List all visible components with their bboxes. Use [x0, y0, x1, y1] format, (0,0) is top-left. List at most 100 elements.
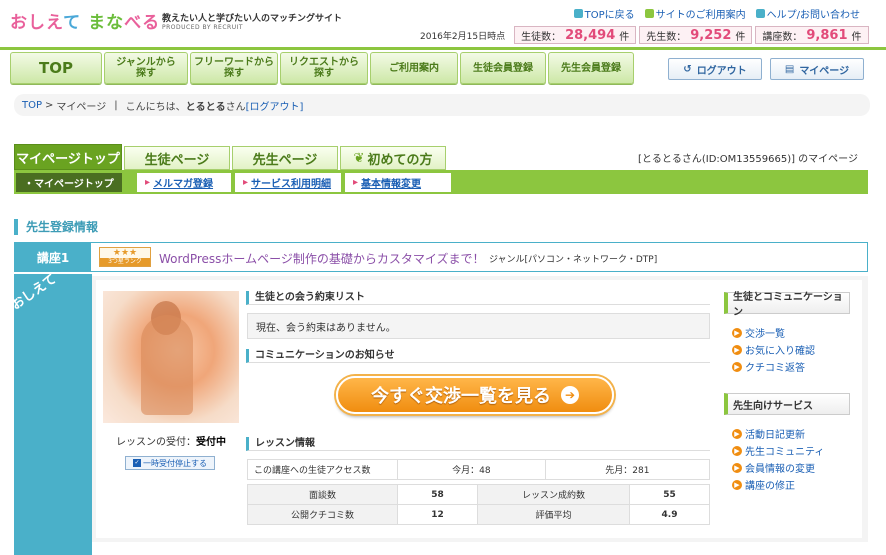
list-item[interactable]: ▶ 会員情報の変更: [732, 459, 850, 476]
nav-genre-button[interactable]: ジャンルから 探す: [104, 52, 188, 84]
logout-label: ログアウト: [696, 65, 747, 77]
tab-first-time-label: 初めての方: [367, 152, 433, 168]
top-link-guide-label[interactable]: サイトのご利用案内: [656, 6, 746, 21]
top-link-help-label[interactable]: ヘルプ/お問い合わせ: [767, 6, 860, 21]
link-negotiations[interactable]: 交渉一覧: [745, 325, 785, 340]
nav-genre-line2: 探す: [136, 68, 156, 79]
stat-teachers: 先生数： 9,252 件: [639, 26, 753, 44]
nav-top-button[interactable]: TOP: [10, 52, 102, 84]
subtab-mailmag-link[interactable]: メルマガ登録: [153, 175, 213, 190]
top-link-home[interactable]: TOPに戻る: [573, 6, 635, 21]
list-item[interactable]: ▶ 先生コミュニティ: [732, 442, 850, 459]
stat-teachers-value: 9,252: [690, 27, 732, 43]
mypage-owner: [とるとるさん(ID:OM13559665)] のマイページ: [637, 154, 858, 165]
lesson-accept-value: 受付中: [196, 437, 226, 448]
pause-accepting-button[interactable]: ✓ 一時受付停止する: [125, 456, 215, 470]
subtab-usage-details-link[interactable]: サービス利用明細: [251, 175, 331, 190]
list-item[interactable]: ▶ 交渉一覧: [732, 324, 850, 341]
link-community[interactable]: 先生コミュニティ: [745, 443, 824, 458]
link-member-info[interactable]: 会員情報の変更: [745, 460, 815, 475]
breadcrumb-mypage: マイページ: [56, 101, 107, 113]
nav-guide-button[interactable]: ご利用案内: [370, 52, 458, 84]
breadcrumb: TOP > マイページ | こんにちは、 とるとる さん [ログアウト]: [14, 94, 870, 116]
home-icon: [573, 9, 583, 18]
cell-rating-label: 評価平均: [477, 504, 630, 525]
checkbox-icon: ✓: [133, 459, 141, 467]
link-favorites[interactable]: お気に入り確認: [745, 342, 815, 357]
mypage-tabs: マイページトップ 生徒ページ 先生ページ ❦ 初めての方: [14, 144, 446, 170]
top-link-guide[interactable]: サイトのご利用案内: [644, 6, 746, 21]
pause-accepting-label: 一時受付停止する: [143, 458, 207, 468]
promise-heading: 生徒との会う約束リスト: [246, 291, 710, 305]
breadcrumb-logout-link[interactable]: [ログアウト]: [246, 98, 304, 113]
rank-badge: ★★★ 3つ星ランク: [99, 247, 151, 267]
link-course-edit[interactable]: 講座の修正: [745, 477, 795, 492]
arrow-circle-icon: ▶: [732, 327, 742, 338]
stat-students-unit: 件: [619, 31, 630, 43]
subtab-mark: ▸: [353, 177, 359, 188]
arrow-circle-icon: ▶: [732, 479, 742, 490]
cell-rating-value: 4.9: [629, 504, 710, 525]
stat-students: 生徒数： 28,494 件: [514, 26, 637, 44]
course-title-link[interactable]: WordPressホームページ制作の基礎からカスタマイズまで！: [159, 250, 484, 267]
top-link-home-label[interactable]: TOPに戻る: [585, 6, 635, 21]
header-divider: [0, 47, 886, 50]
produced-by: PRODUCED BY RECRUIT: [162, 24, 244, 31]
arrow-circle-icon: ▶: [732, 462, 742, 473]
nav-request-button[interactable]: リクエストから 探す: [280, 52, 368, 84]
table-row: 公開クチコミ数 12 評価平均 4.9: [247, 504, 710, 525]
tab-teacher-page[interactable]: 先生ページ: [232, 146, 338, 170]
nav-teacher-register-button[interactable]: 先生会員登録: [548, 52, 634, 84]
nav-freeword-button[interactable]: フリーワードから 探す: [190, 52, 278, 84]
subtab-usage-details[interactable]: ▸ サービス利用明細: [235, 173, 341, 192]
greeting-user: とるとる: [185, 101, 226, 113]
leaf-icon: ❦: [353, 150, 365, 166]
guide-icon: [644, 9, 654, 18]
list-item[interactable]: ▶ 活動日記更新: [732, 425, 850, 442]
subtab-basic-info-link[interactable]: 基本情報変更: [361, 175, 421, 190]
view-negotiations-label: 今すぐ交渉一覧を見る: [371, 386, 551, 407]
logout-icon: ↺: [683, 63, 692, 75]
access-this-month: 今月：48: [397, 459, 546, 480]
list-item[interactable]: ▶ クチコミ返答: [732, 358, 850, 375]
access-table: この講座への生徒アクセス数 今月：48 先月：281: [247, 459, 711, 480]
list-item[interactable]: ▶ お気に入り確認: [732, 341, 850, 358]
arrow-circle-icon: ▶: [732, 445, 742, 456]
site-stats: 2016年2月15日時点 生徒数： 28,494 件 先生数： 9,252 件 …: [420, 26, 869, 44]
nav-freeword-line2: 探す: [224, 68, 244, 79]
tab-student-page[interactable]: 生徒ページ: [124, 146, 230, 170]
tab-mypage-top[interactable]: マイページトップ: [14, 144, 122, 170]
arrow-circle-icon: ▶: [732, 344, 742, 355]
subtab-mypage-top[interactable]: ・マイページトップ: [16, 173, 122, 192]
stat-teachers-label: 先生数：: [646, 31, 687, 43]
cell-interviews-label: 面談数: [247, 484, 398, 505]
subtab-basic-info[interactable]: ▸ 基本情報変更: [345, 173, 451, 192]
site-logo[interactable]: おしえて まなべる: [10, 8, 160, 33]
nav-student-register-button[interactable]: 生徒会員登録: [460, 52, 546, 84]
teacher-service-title: 先生向けサービス: [724, 393, 850, 415]
subtab-mark: ▸: [145, 177, 151, 188]
link-review-reply[interactable]: クチコミ返答: [745, 359, 805, 374]
logout-button[interactable]: ↺ ログアウト: [668, 58, 762, 80]
stats-date: 2016年2月15日時点: [420, 31, 506, 42]
tab-first-time[interactable]: ❦ 初めての方: [340, 146, 446, 170]
lesson-info-heading: レッスン情報: [246, 437, 710, 451]
main-nav: TOP ジャンルから 探す フリーワードから 探す リクエストから 探す ご利用案内 …: [10, 52, 634, 84]
student-comm-list: ▶ 交渉一覧 ▶ お気に入り確認 ▶ クチコミ返答: [732, 324, 850, 375]
top-link-help[interactable]: ヘルプ/お問い合わせ: [755, 6, 860, 21]
teacher-service-list: ▶ 活動日記更新 ▶ 先生コミュニティ ▶ 会員情報の変更 ▶ 講座の修正: [732, 425, 850, 493]
list-item[interactable]: ▶ 講座の修正: [732, 476, 850, 493]
mypage-button[interactable]: ▤ マイページ: [770, 58, 864, 80]
teacher-photo: [103, 291, 239, 423]
course-genre: ジャンル[パソコン・ネットワーク・DTP]: [489, 255, 658, 265]
stat-courses-label: 講座数：: [762, 31, 803, 43]
breadcrumb-top[interactable]: TOP: [22, 100, 42, 111]
student-comm-title: 生徒とコミュニケーション: [724, 292, 850, 318]
link-diary[interactable]: 活動日記更新: [745, 426, 805, 441]
arrow-right-icon: ➔: [561, 386, 579, 404]
view-negotiations-button[interactable]: 今すぐ交渉一覧を見る ➔: [336, 376, 614, 414]
subtab-mailmag[interactable]: ▸ メルマガ登録: [137, 173, 231, 192]
communication-heading: コミュニケーションのお知らせ: [246, 349, 710, 363]
photo-body: [141, 315, 193, 415]
lesson-accept-label: レッスンの受付：: [116, 437, 196, 448]
